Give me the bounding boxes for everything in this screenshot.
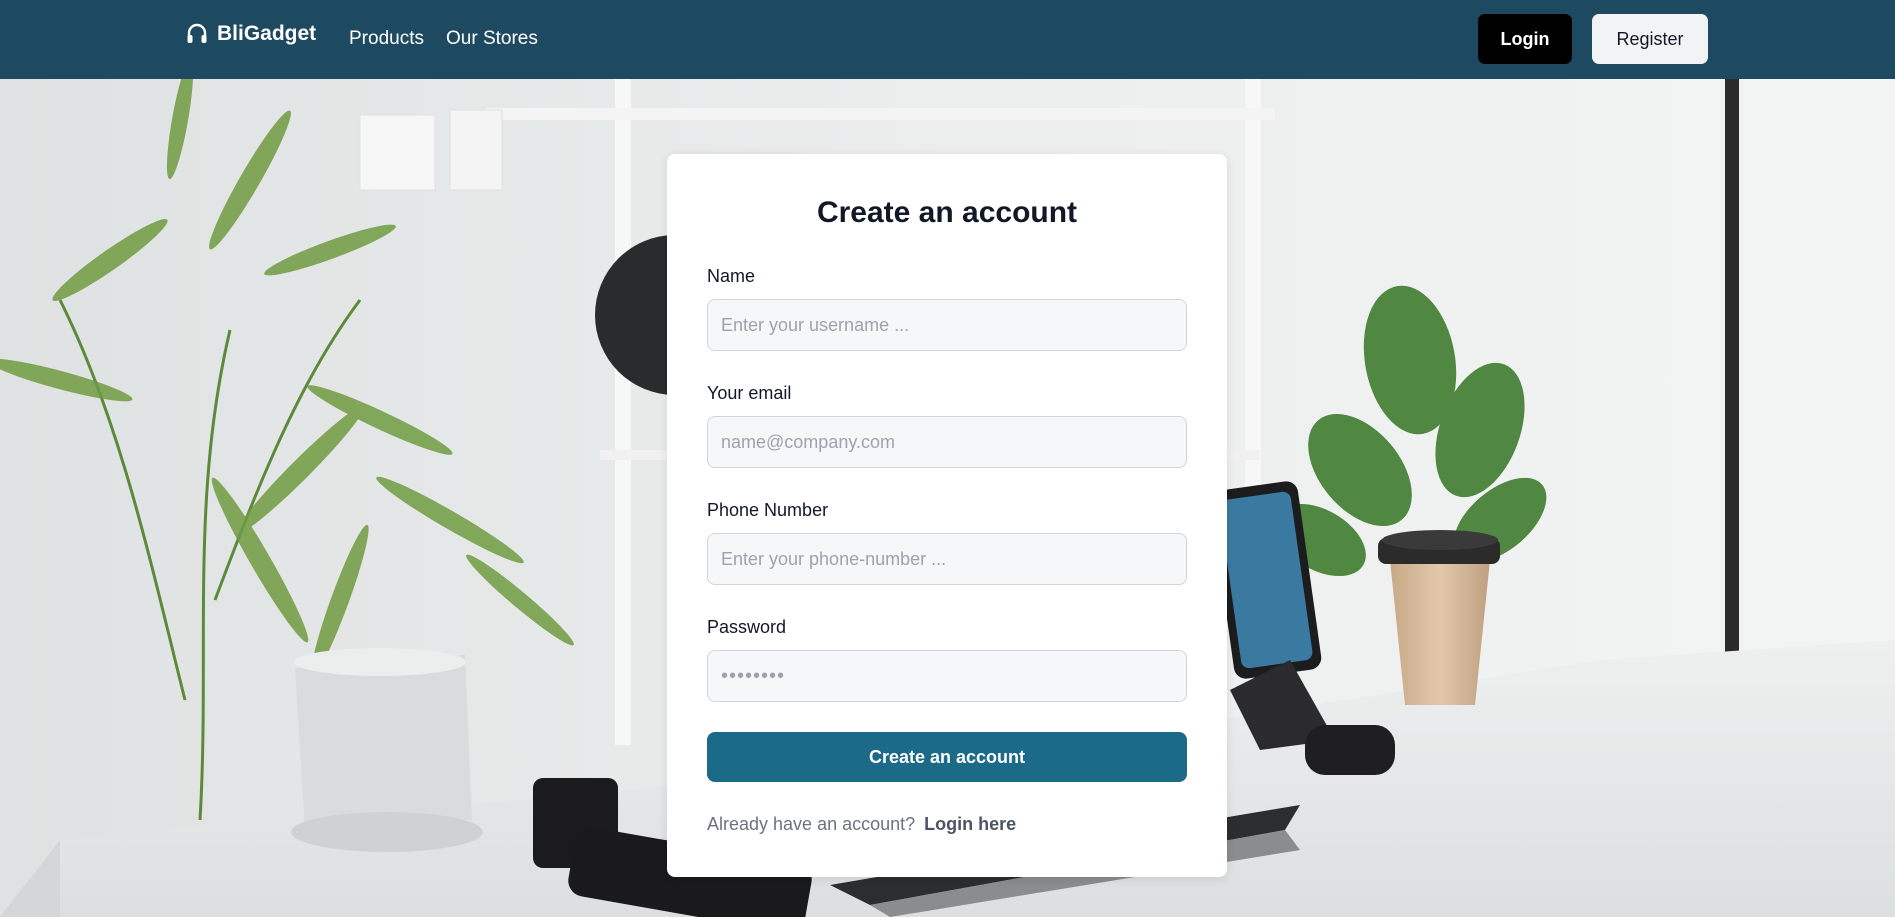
password-label: Password [707,617,787,637]
login-button[interactable]: Login [1478,14,1572,64]
password-input[interactable] [707,650,1187,702]
name-input[interactable] [707,299,1187,351]
login-here-link[interactable]: Login here [924,814,1016,834]
login-hint: Already have an account? Login here [707,814,1016,835]
name-label: Name [707,266,756,286]
create-account-button[interactable]: Create an account [707,732,1187,782]
brand-logo-link[interactable]: BliGadget [185,22,316,46]
login-hint-text: Already have an account? [707,814,916,834]
register-card: Create an account Name Your email Phone … [667,154,1227,877]
phone-input[interactable] [707,533,1187,585]
nav-link-products[interactable]: Products [349,28,424,50]
email-label: Your email [707,383,792,403]
brand-name: BliGadget [217,22,317,45]
headphones-icon [185,22,209,46]
top-navbar: BliGadget Products Our Stores Login Regi… [0,0,1895,79]
form-title: Create an account [816,196,1078,229]
nav-link-our-stores[interactable]: Our Stores [446,28,538,50]
phone-label: Phone Number [707,500,829,520]
email-input[interactable] [707,416,1187,468]
register-button[interactable]: Register [1592,14,1708,64]
